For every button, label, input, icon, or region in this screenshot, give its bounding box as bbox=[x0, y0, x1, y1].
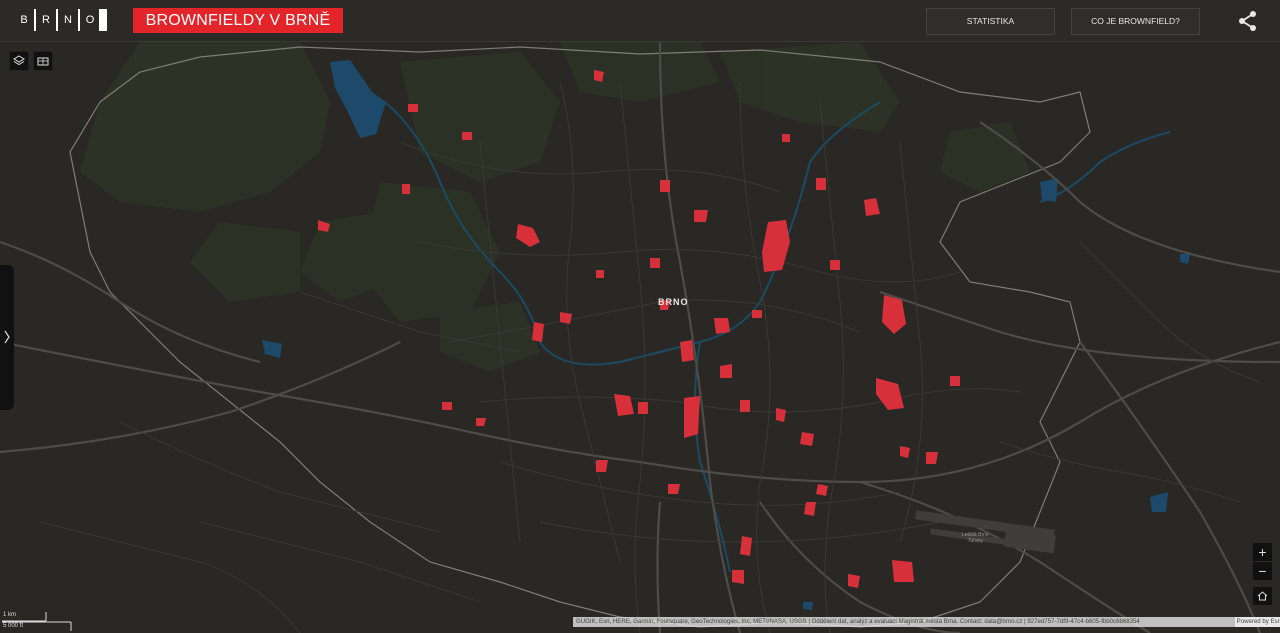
airport-label-line-2: Tuřany bbox=[967, 538, 984, 544]
home-icon bbox=[1257, 591, 1268, 601]
basemap-icon bbox=[37, 57, 49, 66]
city-label: BRNO bbox=[658, 297, 689, 307]
logo-letter-b: B bbox=[20, 14, 28, 26]
brno-logo[interactable]: B R N O bbox=[17, 9, 107, 31]
basemap bbox=[0, 42, 1280, 633]
scale-imperial: 5 000 ft bbox=[3, 623, 24, 629]
logo-letter-r: R bbox=[42, 14, 50, 26]
powered-by-esri[interactable]: Powered by Esri bbox=[1234, 617, 1280, 627]
basemap-button[interactable] bbox=[33, 51, 53, 71]
co-je-brownfield-button[interactable]: CO JE BROWNFIELD? bbox=[1071, 8, 1200, 35]
logo-block bbox=[99, 9, 107, 31]
map-view[interactable]: BRNO Letiště Brno Tuřany bbox=[0, 42, 1280, 633]
logo-letter-o: O bbox=[85, 14, 95, 26]
statistika-button[interactable]: STATISTIKA bbox=[926, 8, 1055, 35]
chevron-right-icon bbox=[4, 330, 10, 344]
side-panel-toggle[interactable] bbox=[0, 265, 14, 410]
zoom-in-button[interactable]: + bbox=[1253, 543, 1272, 561]
zoom-out-button[interactable]: − bbox=[1253, 562, 1272, 580]
logo-letter-n: N bbox=[64, 14, 72, 26]
layers-icon bbox=[13, 55, 25, 66]
scale-metric: 1 km bbox=[3, 612, 17, 618]
home-button[interactable] bbox=[1253, 587, 1272, 605]
layers-button[interactable] bbox=[9, 51, 29, 71]
app-title: BROWNFIELDY V BRNĚ bbox=[133, 8, 343, 33]
airport-label: Letiště Brno Tuřany bbox=[962, 532, 989, 544]
attribution-text: GUGIK, Esri, HERE, Garmin, Foursquare, G… bbox=[576, 618, 1140, 625]
share-icon[interactable] bbox=[1237, 10, 1259, 32]
app-header: B R N O BROWNFIELDY V BRNĚ STATISTIKA CO… bbox=[0, 0, 1280, 42]
map-attribution[interactable]: GUGIK, Esri, HERE, Garmin, Foursquare, G… bbox=[573, 617, 1280, 627]
